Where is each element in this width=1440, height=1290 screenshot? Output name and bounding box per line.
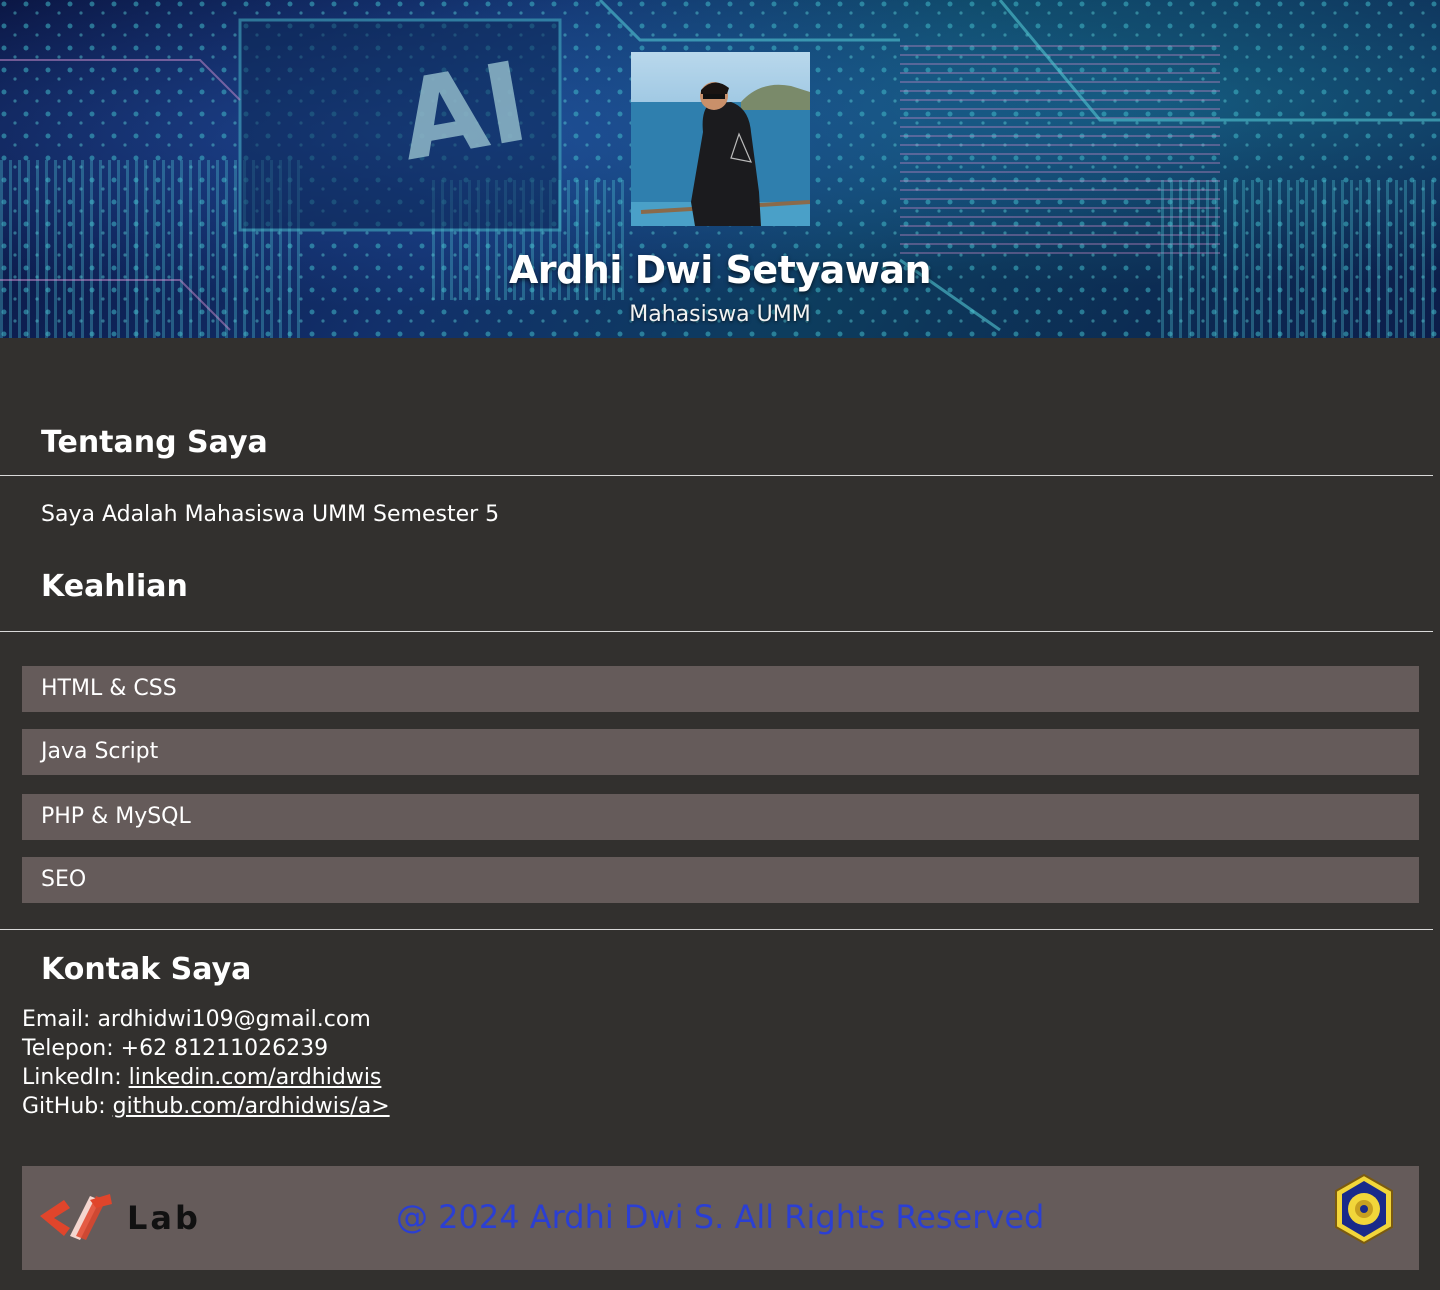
footer: Lab @ 2024 Ardhi Dwi S. All Rights Reser… — [22, 1166, 1419, 1270]
university-seal-icon — [1335, 1173, 1393, 1245]
github-label: GitHub: — [22, 1094, 106, 1119]
contact-phone: Telepon: +62 81211026239 — [22, 1034, 390, 1063]
contact-heading: Kontak Saya — [41, 952, 252, 987]
skill-item-php-mysql: PHP & MySQL — [22, 794, 1419, 840]
phone-label: Telepon: — [22, 1036, 114, 1061]
linkedin-label: LinkedIn: — [22, 1065, 122, 1090]
background-ai-text: AI — [390, 37, 536, 185]
github-link[interactable]: github.com/ardhidwis/a> — [113, 1094, 390, 1119]
email-label: Email: — [22, 1007, 91, 1032]
skill-item-javascript: Java Script — [22, 729, 1419, 775]
hero-banner: AI Ardhi Dwi Setyawan Mahasiswa UMM — [0, 0, 1440, 338]
skills-heading: Keahlian — [41, 569, 188, 604]
phone-value: +62 81211026239 — [120, 1036, 329, 1061]
contact-list: Email: ardhidwi109@gmail.com Telepon: +6… — [22, 1005, 390, 1121]
divider — [0, 631, 1433, 632]
divider — [0, 475, 1433, 476]
skill-item-seo: SEO — [22, 857, 1419, 903]
profile-name: Ardhi Dwi Setyawan — [508, 248, 932, 292]
profile-subtitle: Mahasiswa UMM — [629, 302, 811, 327]
contact-linkedin: LinkedIn: linkedin.com/ardhidwis — [22, 1063, 390, 1092]
copyright-text: @ 2024 Ardhi Dwi S. All Rights Reserved — [396, 1198, 1045, 1236]
contact-github: GitHub: github.com/ardhidwis/a> — [22, 1092, 390, 1121]
email-value: ardhidwi109@gmail.com — [97, 1007, 371, 1032]
about-heading: Tentang Saya — [41, 425, 268, 460]
lab-logo-icon — [40, 1194, 112, 1240]
lab-logo-text: Lab — [127, 1199, 201, 1237]
linkedin-link[interactable]: linkedin.com/ardhidwis — [129, 1065, 382, 1090]
profile-photo — [631, 52, 810, 226]
about-text: Saya Adalah Mahasiswa UMM Semester 5 — [41, 502, 500, 527]
divider — [0, 929, 1433, 930]
skill-item-html-css: HTML & CSS — [22, 666, 1419, 712]
contact-email: Email: ardhidwi109@gmail.com — [22, 1005, 390, 1034]
